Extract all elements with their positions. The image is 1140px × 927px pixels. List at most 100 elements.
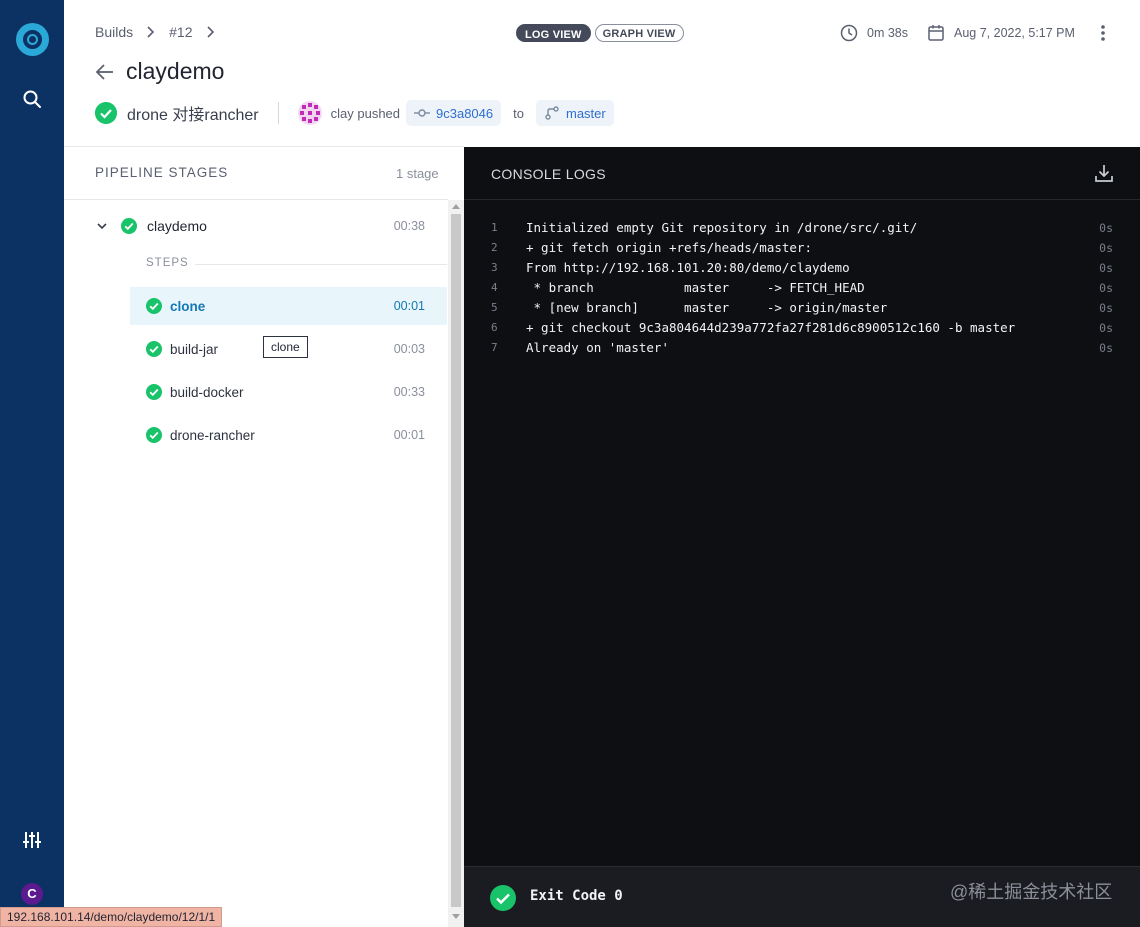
log-line: 2 + git fetch origin +refs/heads/master:… (464, 238, 1140, 258)
commit-sha: 9c3a8046 (436, 105, 494, 121)
breadcrumb: Builds #12 (95, 24, 229, 40)
log-line-number: 6 (491, 321, 498, 334)
step-time: 00:33 (393, 385, 425, 399)
step-name: drone-rancher (170, 427, 255, 443)
author-avatar (297, 101, 322, 125)
success-check-icon (121, 218, 137, 234)
stage-name: claydemo (147, 218, 207, 234)
log-line: 6 + git checkout 9c3a804644d239a772fa27f… (464, 318, 1140, 338)
divider (277, 102, 279, 124)
pipeline-stages-header: PIPELINE STAGES (95, 165, 229, 180)
chevron-down-icon[interactable] (95, 219, 109, 233)
step-name: build-docker (170, 384, 244, 400)
log-line: 7 Already on 'master' 0s (464, 338, 1140, 358)
scroll-down-arrow-icon[interactable] (452, 914, 460, 919)
stage-time: 00:38 (393, 219, 425, 233)
log-line-time: 0s (1099, 241, 1113, 255)
stage-count: 1 stage (396, 166, 439, 181)
log-line-text: Initialized empty Git repository in /dro… (526, 220, 918, 235)
more-options-icon[interactable] (1100, 24, 1106, 42)
log-line-number: 4 (491, 281, 498, 294)
divider (64, 146, 464, 147)
stage-claydemo[interactable]: claydemo 00:38 (95, 214, 435, 238)
repo-title: claydemo (126, 58, 225, 84)
clock-icon (840, 24, 858, 42)
step-time: 00:01 (393, 428, 425, 442)
log-line-text: From http://192.168.101.20:80/demo/clayd… (526, 260, 850, 275)
branch-link[interactable]: master (535, 100, 614, 126)
log-line-time: 0s (1099, 261, 1113, 275)
console-logs-panel: CONSOLE LOGS 1 Initialized empty Git rep… (464, 147, 1140, 927)
step-time: 00:03 (393, 342, 425, 356)
calendar-icon (928, 25, 944, 41)
drone-logo-icon[interactable] (16, 23, 49, 56)
commit-info: drone 对接rancher clay pushed 9c3a8046 to … (95, 100, 614, 126)
success-check-icon (490, 885, 516, 911)
chevron-right-icon (206, 26, 214, 38)
download-icon[interactable] (1094, 163, 1114, 183)
log-line-number: 5 (491, 301, 498, 314)
chevron-right-icon (147, 26, 155, 38)
success-check-icon (95, 102, 117, 124)
step-name: build-jar (170, 341, 219, 357)
log-line-text: + git fetch origin +refs/heads/master: (526, 240, 812, 255)
watermark: @稀土掘金技术社区 (950, 882, 1113, 902)
exit-code-bar: Exit Code 0 @稀土掘金技术社区 (464, 866, 1140, 927)
to-label: to (513, 105, 524, 121)
log-line-time: 0s (1099, 321, 1113, 335)
breadcrumb-build-number[interactable]: #12 (169, 24, 192, 40)
step-clone[interactable]: clone 00:01 (130, 287, 447, 325)
stages-scrollbar[interactable] (448, 200, 464, 927)
log-line-time: 0s (1099, 341, 1113, 355)
left-nav: C (0, 0, 64, 927)
step-name: clone (170, 298, 206, 314)
console-title: CONSOLE LOGS (491, 166, 606, 182)
status-bar-url: 192.168.101.14/demo/claydemo/12/1/1 (0, 907, 223, 927)
step-drone-rancher[interactable]: drone-rancher 00:01 (130, 416, 447, 454)
log-line-number: 2 (491, 241, 498, 254)
steps-label: STEPS (146, 257, 189, 269)
build-date: Aug 7, 2022, 5:17 PM (954, 26, 1075, 40)
log-line: 3 From http://192.168.101.20:80/demo/cla… (464, 258, 1140, 278)
log-line-time: 0s (1099, 221, 1113, 235)
divider (464, 199, 1140, 200)
step-time: 00:01 (393, 299, 425, 313)
divider (195, 264, 447, 265)
back-arrow-icon[interactable] (95, 62, 115, 82)
build-meta: 0m 38s Aug 7, 2022, 5:17 PM (840, 24, 1075, 42)
success-check-icon (146, 384, 162, 400)
search-icon[interactable] (22, 89, 42, 109)
settings-sliders-icon[interactable] (22, 830, 42, 850)
log-line-text: + git checkout 9c3a804644d239a772fa27f28… (526, 320, 1016, 335)
user-avatar[interactable]: C (21, 883, 43, 905)
divider (64, 199, 448, 200)
breadcrumb-builds[interactable]: Builds (95, 24, 133, 40)
build-duration: 0m 38s (867, 26, 908, 40)
log-view-button[interactable]: LOG VIEW (516, 24, 591, 42)
log-line-text: Already on 'master' (526, 340, 669, 355)
success-check-icon (146, 427, 162, 443)
scrollbar-thumb[interactable] (451, 214, 461, 907)
log-line-text: * [new branch] master -> origin/master (526, 300, 888, 315)
step-tooltip: clone (263, 336, 308, 358)
step-build-docker[interactable]: build-docker 00:33 (130, 373, 447, 411)
log-line-time: 0s (1099, 301, 1113, 315)
log-line-number: 7 (491, 341, 498, 354)
graph-view-button[interactable]: GRAPH VIEW (594, 24, 684, 42)
author-action: clay pushed (330, 105, 401, 121)
log-line-text: * branch master -> FETCH_HEAD (526, 280, 865, 295)
scroll-up-arrow-icon[interactable] (452, 204, 460, 209)
success-check-icon (146, 298, 162, 314)
branch-name: master (565, 105, 606, 121)
exit-code: Exit Code 0 (530, 888, 623, 904)
log-line-time: 0s (1099, 281, 1113, 295)
branch-icon (545, 106, 559, 120)
log-line-number: 1 (491, 221, 498, 234)
commit-sha-link[interactable]: 9c3a8046 (406, 100, 502, 126)
log-line-number: 3 (491, 261, 498, 274)
log-line: 5 * [new branch] master -> origin/master… (464, 298, 1140, 318)
log-line: 1 Initialized empty Git repository in /d… (464, 218, 1140, 238)
success-check-icon (146, 341, 162, 357)
log-line: 4 * branch master -> FETCH_HEAD 0s (464, 278, 1140, 298)
view-toggle: LOG VIEW GRAPH VIEW (516, 24, 684, 42)
